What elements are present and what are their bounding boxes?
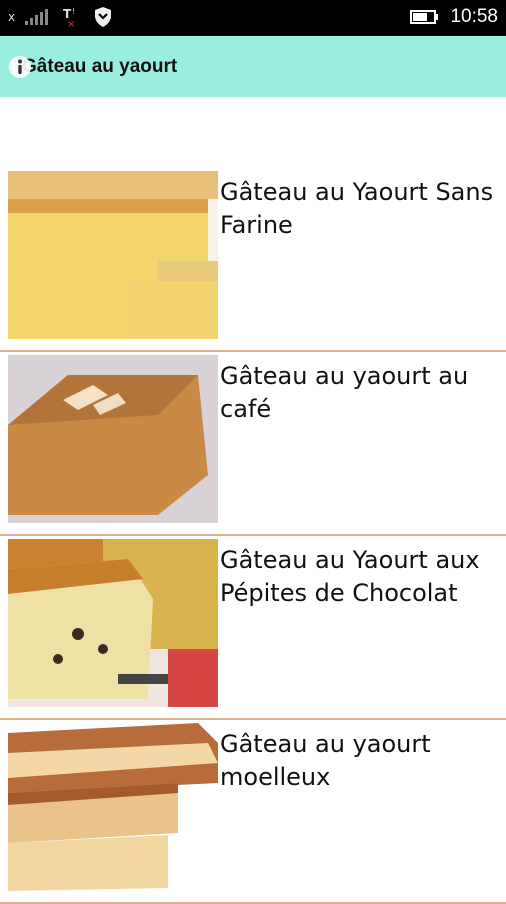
app-bar: Gâteau au yaourt xyxy=(0,36,506,97)
info-icon[interactable] xyxy=(8,55,32,79)
recipe-title: Gâteau au Yaourt aux Pépites de Chocolat xyxy=(220,546,480,607)
x-indicator-icon: x xyxy=(8,10,16,24)
recipe-title: Gâteau au Yaourt Sans Farine xyxy=(220,178,494,239)
shield-icon xyxy=(95,7,112,27)
status-time: 10:58 xyxy=(450,6,498,27)
status-left-icons: x T ! × xyxy=(8,6,113,28)
network-error-icon: T ! × xyxy=(63,7,75,28)
recipe-thumbnail xyxy=(8,355,218,523)
recipe-thumbnail xyxy=(8,723,218,891)
status-bar: x T ! × 10:58 xyxy=(0,0,506,36)
svg-text:!: ! xyxy=(72,7,75,16)
recipe-thumbnail xyxy=(8,539,218,707)
recipe-thumbnail xyxy=(8,171,218,339)
signal-icon xyxy=(25,9,49,25)
app-title: Gâteau au yaourt xyxy=(22,56,178,77)
battery-icon xyxy=(410,10,439,24)
recipe-title: Gâteau au yaourt moelleux xyxy=(220,730,431,791)
list-item[interactable]: Gâteau au Yaourt Sans Farine xyxy=(0,168,506,352)
recipe-title: Gâteau au yaourt au café xyxy=(220,362,469,423)
list-item[interactable]: Gâteau au Yaourt aux Pépites de Chocolat xyxy=(0,536,506,720)
list-item[interactable]: Gâteau au yaourt au café xyxy=(0,352,506,536)
status-right: 10:58 xyxy=(410,6,498,28)
list-item[interactable]: Gâteau au yaourt moelleux xyxy=(0,720,506,904)
svg-text:×: × xyxy=(67,19,75,28)
recipe-list: Gâteau au Yaourt Sans Farine Gâteau au y… xyxy=(0,168,506,904)
